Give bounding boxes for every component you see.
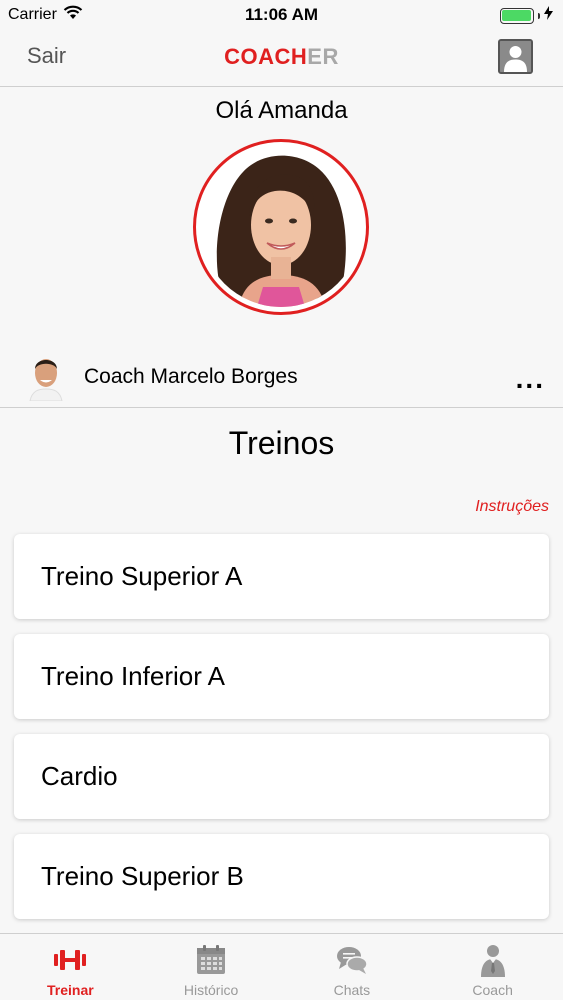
workout-label: Treino Inferior A	[41, 661, 226, 691]
profile-button[interactable]	[498, 39, 533, 74]
tab-label: Chats	[333, 982, 371, 998]
more-options-button[interactable]: ...	[516, 363, 545, 395]
coach-person-icon	[475, 942, 511, 978]
workouts-title: Treinos	[228, 425, 335, 461]
tab-label: Treinar	[47, 982, 94, 998]
dumbbell-icon	[52, 942, 88, 978]
tab-coach[interactable]: Coach	[422, 934, 563, 1000]
tab-chats[interactable]: Chats	[282, 934, 423, 1000]
tab-bar: Treinar Histórico Chats Coach	[0, 933, 563, 1000]
charging-icon	[544, 6, 553, 25]
battery-icon	[499, 7, 534, 24]
user-silhouette-icon	[500, 41, 531, 72]
chat-bubbles-icon	[334, 942, 370, 978]
logo-part-coach: COACH	[224, 44, 308, 69]
workout-list: Treino Superior A Treino Inferior A Card…	[14, 534, 549, 934]
tab-historico[interactable]: Histórico	[141, 934, 282, 1000]
workout-card[interactable]: Treino Superior B	[14, 834, 549, 919]
greeting-text: Olá Amanda	[215, 97, 348, 124]
nav-bar: Sair COACHER	[0, 30, 563, 87]
workout-label: Cardio	[41, 761, 118, 791]
tab-label: Histórico	[183, 982, 239, 998]
workout-card[interactable]: Cardio	[14, 734, 549, 819]
logo-part-er: ER	[307, 44, 339, 69]
status-bar: Carrier 11:06 AM	[0, 0, 563, 30]
coach-avatar	[26, 349, 66, 401]
user-avatar[interactable]	[193, 139, 369, 315]
tab-label: Coach	[472, 982, 513, 998]
instructions-link[interactable]: Instruções	[475, 498, 549, 516]
tab-treinar[interactable]: Treinar	[0, 934, 141, 1000]
status-right	[499, 6, 553, 25]
coach-row[interactable]: Coach Marcelo Borges ...	[0, 345, 563, 408]
workout-label: Treino Superior B	[41, 861, 244, 891]
calendar-icon	[193, 942, 229, 978]
workout-card[interactable]: Treino Inferior A	[14, 634, 549, 719]
coach-name: Coach Marcelo Borges	[84, 365, 298, 388]
workout-card[interactable]: Treino Superior A	[14, 534, 549, 619]
battery-cap	[537, 12, 540, 19]
status-time: 11:06 AM	[244, 5, 319, 24]
app-logo: COACHER	[0, 44, 563, 70]
workout-label: Treino Superior A	[41, 561, 243, 591]
user-avatar-photo	[201, 147, 361, 307]
